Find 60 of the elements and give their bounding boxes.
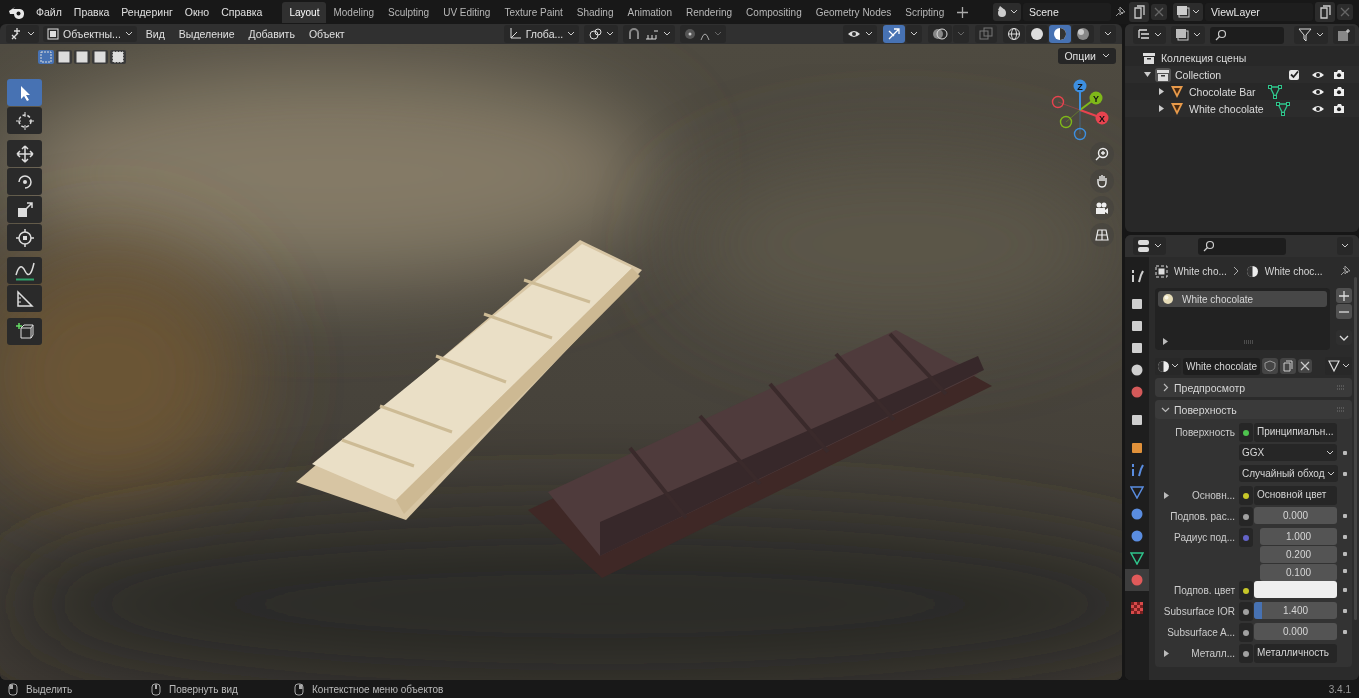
- number-field[interactable]: 0.200: [1260, 546, 1337, 563]
- workspace-tab[interactable]: Layout: [282, 1, 327, 23]
- menu-item[interactable]: Объект: [303, 26, 350, 42]
- property-label: Радиус под...: [1174, 532, 1235, 543]
- number-field[interactable]: 1.000: [1260, 528, 1337, 545]
- menu-item[interactable]: Файл: [30, 4, 68, 20]
- material-slot[interactable]: White chocolate: [1158, 291, 1327, 307]
- dropdown[interactable]: GGX: [1239, 444, 1337, 461]
- axis-handle[interactable]: Y: [1079, 91, 1103, 111]
- linked-node-field[interactable]: Основной цвет: [1254, 486, 1337, 505]
- number-field[interactable]: 1.400: [1254, 602, 1337, 619]
- menu-item[interactable]: Справка: [215, 4, 269, 20]
- workspace-tab[interactable]: Texture Paint: [497, 1, 570, 23]
- property-label: Subsurface IOR: [1163, 606, 1235, 617]
- number-field[interactable]: 0.000: [1254, 623, 1337, 640]
- workspace-tab[interactable]: Rendering: [678, 1, 740, 23]
- property-label: Подпов. цвет: [1174, 585, 1235, 596]
- workspace-tab[interactable]: Sculpting: [381, 1, 437, 23]
- version-label: 3.4.1: [1328, 683, 1351, 695]
- linked-node-field[interactable]: Металличность: [1254, 644, 1337, 663]
- outliner-item[interactable]: Коллекция сцены: [1161, 51, 1247, 64]
- menu-item[interactable]: Вид: [140, 26, 170, 42]
- orientation-dropdown[interactable]: Глоба...: [503, 25, 580, 43]
- menu-item[interactable]: Правка: [67, 4, 116, 20]
- workspace-tab[interactable]: Geometry Nodes: [808, 1, 899, 23]
- scene-field[interactable]: Scene: [1023, 3, 1111, 21]
- status-hint: Выделить: [26, 683, 73, 695]
- workspace-tab[interactable]: Compositing: [739, 1, 809, 23]
- axis-handle[interactable]: Z: [1073, 79, 1087, 111]
- status-hint: Повернуть вид: [169, 683, 238, 695]
- property-label: Основн...: [1191, 490, 1235, 501]
- panel-header[interactable]: Предпросмотр: [1155, 378, 1352, 397]
- workspace-tab[interactable]: Modeling: [326, 1, 381, 23]
- view-layer-field[interactable]: ViewLayer: [1205, 3, 1313, 21]
- menu-item[interactable]: Окно: [178, 4, 216, 20]
- menu-item[interactable]: Выделение: [173, 26, 240, 42]
- property-label: Металл...: [1191, 648, 1235, 659]
- outliner-item[interactable]: Chocolate Bar: [1189, 85, 1256, 98]
- linked-node-field[interactable]: Принципиальн...: [1254, 423, 1337, 442]
- number-field[interactable]: 0.100: [1260, 564, 1337, 581]
- status-hint: Контекстное меню объектов: [312, 683, 444, 695]
- dropdown[interactable]: Случайный обход: [1239, 465, 1338, 482]
- workspace-tab[interactable]: Scripting: [898, 1, 952, 23]
- mode-dropdown[interactable]: Объектны...: [43, 26, 137, 42]
- workspace-tab[interactable]: Shading: [569, 1, 621, 23]
- axis-handle[interactable]: X: [1079, 109, 1109, 125]
- options-dropdown[interactable]: Опции: [1058, 48, 1116, 64]
- breadcrumb-item: White cho...: [1174, 265, 1227, 277]
- workspace-tab[interactable]: Animation: [620, 1, 679, 23]
- menu-item[interactable]: Добавить: [243, 26, 300, 42]
- menu-item[interactable]: Рендеринг: [115, 4, 179, 20]
- material-name-field[interactable]: White chocolate: [1183, 357, 1261, 375]
- panel-header[interactable]: Поверхность: [1155, 400, 1352, 419]
- number-field[interactable]: 0.000: [1254, 507, 1337, 524]
- breadcrumb-item: White choc...: [1264, 265, 1323, 277]
- property-label: Подпов. рас...: [1170, 511, 1235, 522]
- property-label: Subsurface A...: [1167, 627, 1235, 638]
- workspace-tab[interactable]: UV Editing: [436, 1, 498, 23]
- outliner-item[interactable]: Collection: [1175, 68, 1222, 81]
- property-label: Поверхность: [1175, 427, 1235, 438]
